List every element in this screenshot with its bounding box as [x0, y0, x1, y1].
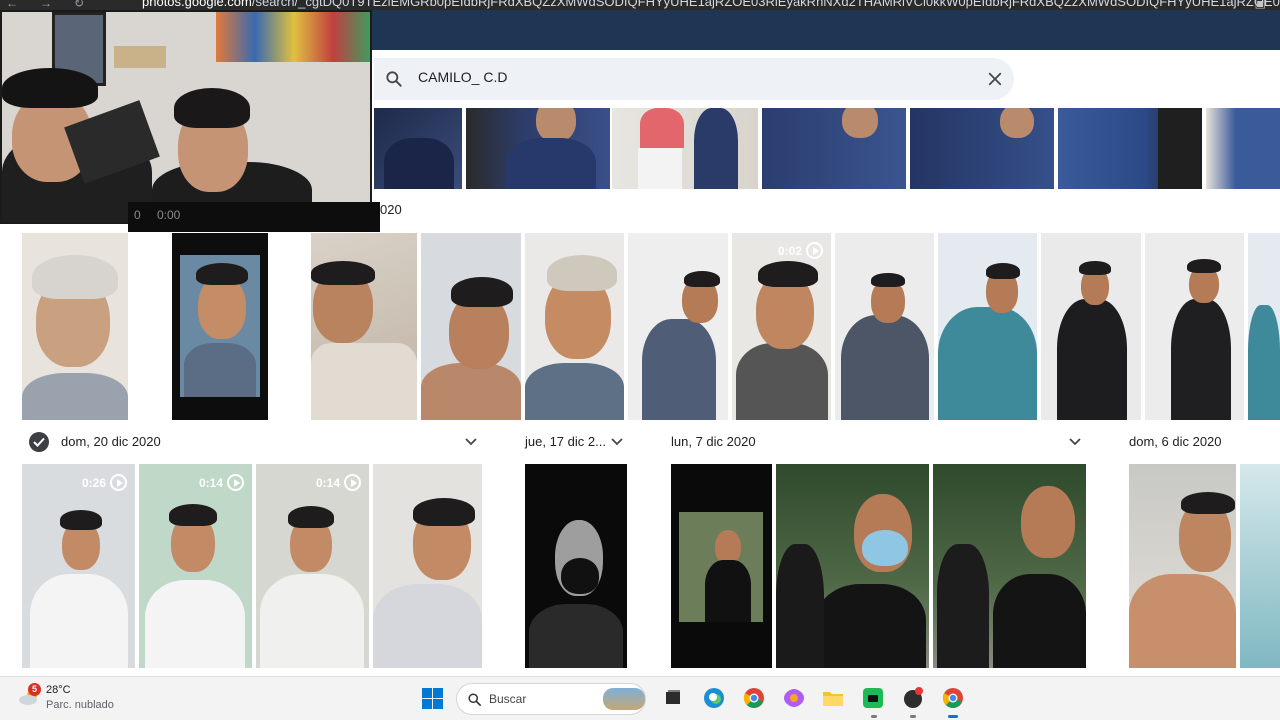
search-box[interactable] — [374, 58, 1014, 100]
photo-thumbnail[interactable]: 0:14 — [256, 464, 369, 668]
extension-icon[interactable]: ▣ — [1255, 0, 1266, 10]
photo-thumbnail[interactable] — [612, 108, 758, 189]
address-bar[interactable]: ←→↻ photos.google.com/search/_cgtDQ0T9TE… — [0, 0, 1280, 10]
url-text[interactable]: photos.google.com/search/_cgtDQ0T9TEziEM… — [142, 0, 1280, 9]
video-duration-badge: 0:14 — [199, 474, 244, 491]
photo-thumbnail[interactable] — [374, 108, 462, 189]
video-duration-badge: 0:26 — [82, 474, 127, 491]
chrome-icon[interactable] — [743, 687, 765, 709]
photo-thumbnail[interactable] — [1248, 233, 1280, 420]
photo-thumbnail[interactable] — [22, 233, 128, 420]
photo-thumbnail[interactable] — [525, 464, 627, 668]
weather-description[interactable]: Parc. nublado — [46, 699, 114, 711]
photo-thumbnail[interactable] — [525, 233, 624, 420]
date-header: jue, 17 dic 2... — [525, 434, 606, 449]
notification-badge: 5 — [28, 683, 41, 696]
search-header — [374, 50, 1280, 108]
photo-thumbnail[interactable] — [373, 464, 482, 668]
running-indicator — [871, 715, 877, 718]
search-highlight-image — [603, 688, 645, 710]
photo-thumbnail[interactable] — [762, 108, 906, 189]
photo-thumbnail[interactable] — [311, 233, 417, 420]
edge-browser-icon[interactable] — [703, 687, 725, 709]
video-duration-badge: 0:14 — [316, 474, 361, 491]
date-header: lun, 7 dic 2020 — [671, 434, 756, 449]
chevron-down-icon[interactable] — [611, 438, 623, 446]
date-header-fragment: 020 — [380, 202, 402, 217]
app-icon[interactable] — [862, 687, 884, 709]
chevron-down-icon[interactable] — [465, 438, 477, 446]
weather-temperature[interactable]: 28°C — [46, 684, 71, 696]
windows-start-icon[interactable] — [422, 688, 443, 709]
play-icon — [344, 474, 361, 491]
wall-posters — [216, 12, 370, 62]
check-icon[interactable] — [29, 432, 49, 452]
nav-icons[interactable]: ←→↻ — [6, 0, 106, 10]
photo-thumbnail[interactable] — [671, 464, 772, 668]
play-icon — [806, 242, 823, 259]
webcam-overlay — [0, 10, 372, 224]
photo-thumbnail[interactable] — [1058, 108, 1202, 189]
file-explorer-icon[interactable] — [822, 687, 844, 709]
photo-thumbnail[interactable] — [466, 108, 610, 189]
close-icon[interactable] — [986, 70, 1004, 88]
date-header: dom, 6 dic 2020 — [1129, 434, 1222, 449]
taskbar-search[interactable]: Buscar — [456, 683, 646, 715]
photo-thumbnail[interactable] — [938, 233, 1037, 420]
search-icon — [468, 693, 481, 706]
date-header: dom, 20 dic 2020 — [61, 434, 161, 449]
photo-thumbnail[interactable] — [835, 233, 934, 420]
chevron-down-icon[interactable] — [1069, 438, 1081, 446]
search-icon[interactable] — [384, 69, 404, 89]
copilot-icon[interactable] — [783, 687, 805, 709]
photo-thumbnail[interactable]: 0:14 — [139, 464, 252, 668]
chrome-icon[interactable] — [942, 687, 964, 709]
photo-thumbnail[interactable] — [421, 233, 521, 420]
media-controls[interactable]: 0 0:00 — [128, 202, 380, 232]
play-icon — [110, 474, 127, 491]
active-indicator — [948, 715, 958, 718]
photo-thumbnail[interactable] — [910, 108, 1054, 189]
video-duration-badge: 0:02 — [778, 242, 823, 259]
wall-shelf — [114, 46, 166, 68]
search-input[interactable] — [418, 69, 918, 85]
photo-thumbnail[interactable]: 0:26 — [22, 464, 135, 668]
photo-thumbnail[interactable]: 0:02 — [732, 233, 831, 420]
photo-thumbnail[interactable] — [1145, 233, 1244, 420]
photo-thumbnail[interactable] — [1206, 108, 1280, 189]
photo-thumbnail[interactable] — [628, 233, 728, 420]
photo-thumbnail[interactable] — [933, 464, 1086, 668]
photo-thumbnail[interactable] — [1041, 233, 1141, 420]
photo-thumbnail[interactable] — [776, 464, 929, 668]
photo-thumbnail[interactable] — [172, 233, 268, 420]
running-indicator — [910, 715, 916, 718]
taskbar: 5 28°C Parc. nublado Buscar — [0, 676, 1280, 720]
photo-thumbnail[interactable] — [1129, 464, 1236, 668]
task-view-icon[interactable] — [662, 687, 684, 709]
app-icon[interactable] — [902, 687, 924, 709]
photo-thumbnail[interactable] — [1240, 464, 1280, 668]
play-icon — [227, 474, 244, 491]
